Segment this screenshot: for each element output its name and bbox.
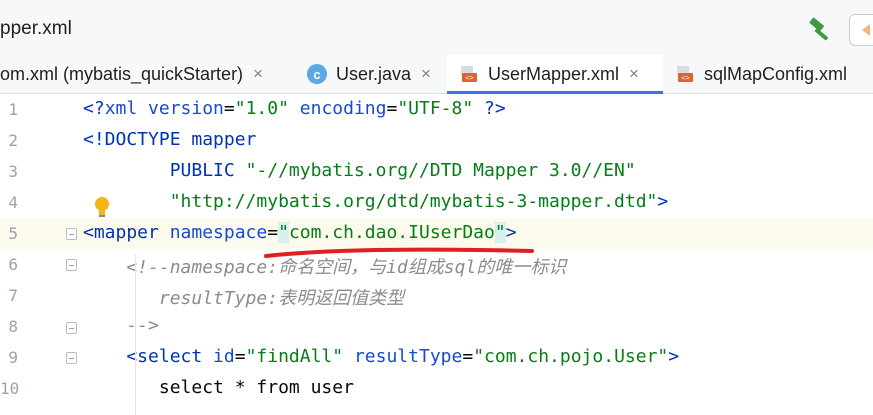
- title-bar: pper.xml: [0, 0, 873, 56]
- xml-icon: <>: [461, 66, 477, 82]
- red-annotation-underline: [264, 247, 534, 258]
- code-line: 9 <select id="findAll" resultType="com.c…: [0, 342, 873, 373]
- line-number: 6: [8, 255, 18, 274]
- close-icon[interactable]: ×: [629, 64, 639, 84]
- svg-text:<>: <>: [465, 74, 473, 82]
- lightbulb-icon[interactable]: [93, 195, 111, 219]
- class-c-icon: c: [307, 64, 327, 84]
- svg-text:<>: <>: [681, 74, 689, 82]
- line-number: 8: [8, 317, 18, 336]
- line-number: 2: [8, 131, 18, 150]
- code-line: 8 -->: [0, 311, 873, 342]
- code-line: 10 select * from user: [0, 373, 873, 404]
- hammer-icon[interactable]: [806, 16, 834, 44]
- tab-user-java[interactable]: c User.java ×: [307, 55, 442, 93]
- editor-tabs: om.xml (mybatis_quickStarter) × c User.j…: [0, 55, 873, 94]
- indent-guide: [135, 254, 136, 415]
- line-text: -->: [83, 315, 159, 336]
- line-text: <!DOCTYPE mapper: [83, 129, 257, 150]
- back-arrow-button[interactable]: [849, 14, 873, 46]
- code-editor[interactable]: 1 <?xml version="1.0" encoding="UTF-8" ?…: [0, 94, 873, 415]
- line-number: 10: [0, 379, 20, 398]
- tab-label: om.xml (mybatis_quickStarter): [0, 63, 244, 84]
- close-icon[interactable]: ×: [253, 64, 263, 84]
- fold-toggle[interactable]: [66, 259, 77, 271]
- line-text: <select id="findAll" resultType="com.ch.…: [83, 346, 680, 367]
- line-text: select * from user: [83, 377, 354, 398]
- line-number: 4: [8, 193, 18, 212]
- tab-usermapper-xml[interactable]: <> UserMapper.xml ×: [447, 55, 663, 94]
- xml-icon: <>: [677, 66, 693, 82]
- tab-pom-xml[interactable]: om.xml (mybatis_quickStarter) ×: [0, 55, 297, 93]
- back-arrow-icon: [862, 24, 870, 36]
- line-text: PUBLIC "-//mybatis.org//DTD Mapper 3.0//…: [83, 160, 636, 181]
- fold-toggle[interactable]: [66, 352, 77, 364]
- line-text: resultType:表明返回值类型: [83, 288, 405, 309]
- line-number: 7: [8, 286, 18, 305]
- line-number: 3: [8, 162, 18, 181]
- code-line: 7 resultType:表明返回值类型: [0, 280, 873, 311]
- tab-sqlmapconfig-xml[interactable]: <> sqlMapConfig.xml: [675, 55, 873, 93]
- tab-label: sqlMapConfig.xml: [704, 63, 848, 84]
- close-icon[interactable]: ×: [421, 64, 431, 84]
- window-title: pper.xml: [0, 18, 72, 39]
- line-text: <?xml version="1.0" encoding="UTF-8" ?>: [83, 98, 506, 119]
- code-line: 1 <?xml version="1.0" encoding="UTF-8" ?…: [0, 94, 873, 125]
- code-line: 2 <!DOCTYPE mapper: [0, 125, 873, 156]
- code-line: 4 "http://mybatis.org/dtd/mybatis-3-mapp…: [0, 187, 873, 218]
- line-number: 5: [8, 224, 18, 243]
- fold-toggle[interactable]: [66, 322, 77, 334]
- namespace-value: com.ch.dao.IUserDao: [288, 222, 495, 243]
- tab-label: UserMapper.xml: [488, 63, 620, 84]
- line-text: "http://mybatis.org/dtd/mybatis-3-mapper…: [169, 191, 669, 212]
- line-text: <mapper namespace="com.ch.dao.IUserDao">: [83, 222, 517, 243]
- line-number: 1: [8, 100, 18, 119]
- line-number: 9: [8, 348, 18, 367]
- code-line: 3 PUBLIC "-//mybatis.org//DTD Mapper 3.0…: [0, 156, 873, 187]
- tab-label: User.java: [336, 63, 412, 84]
- fold-toggle[interactable]: [66, 228, 77, 240]
